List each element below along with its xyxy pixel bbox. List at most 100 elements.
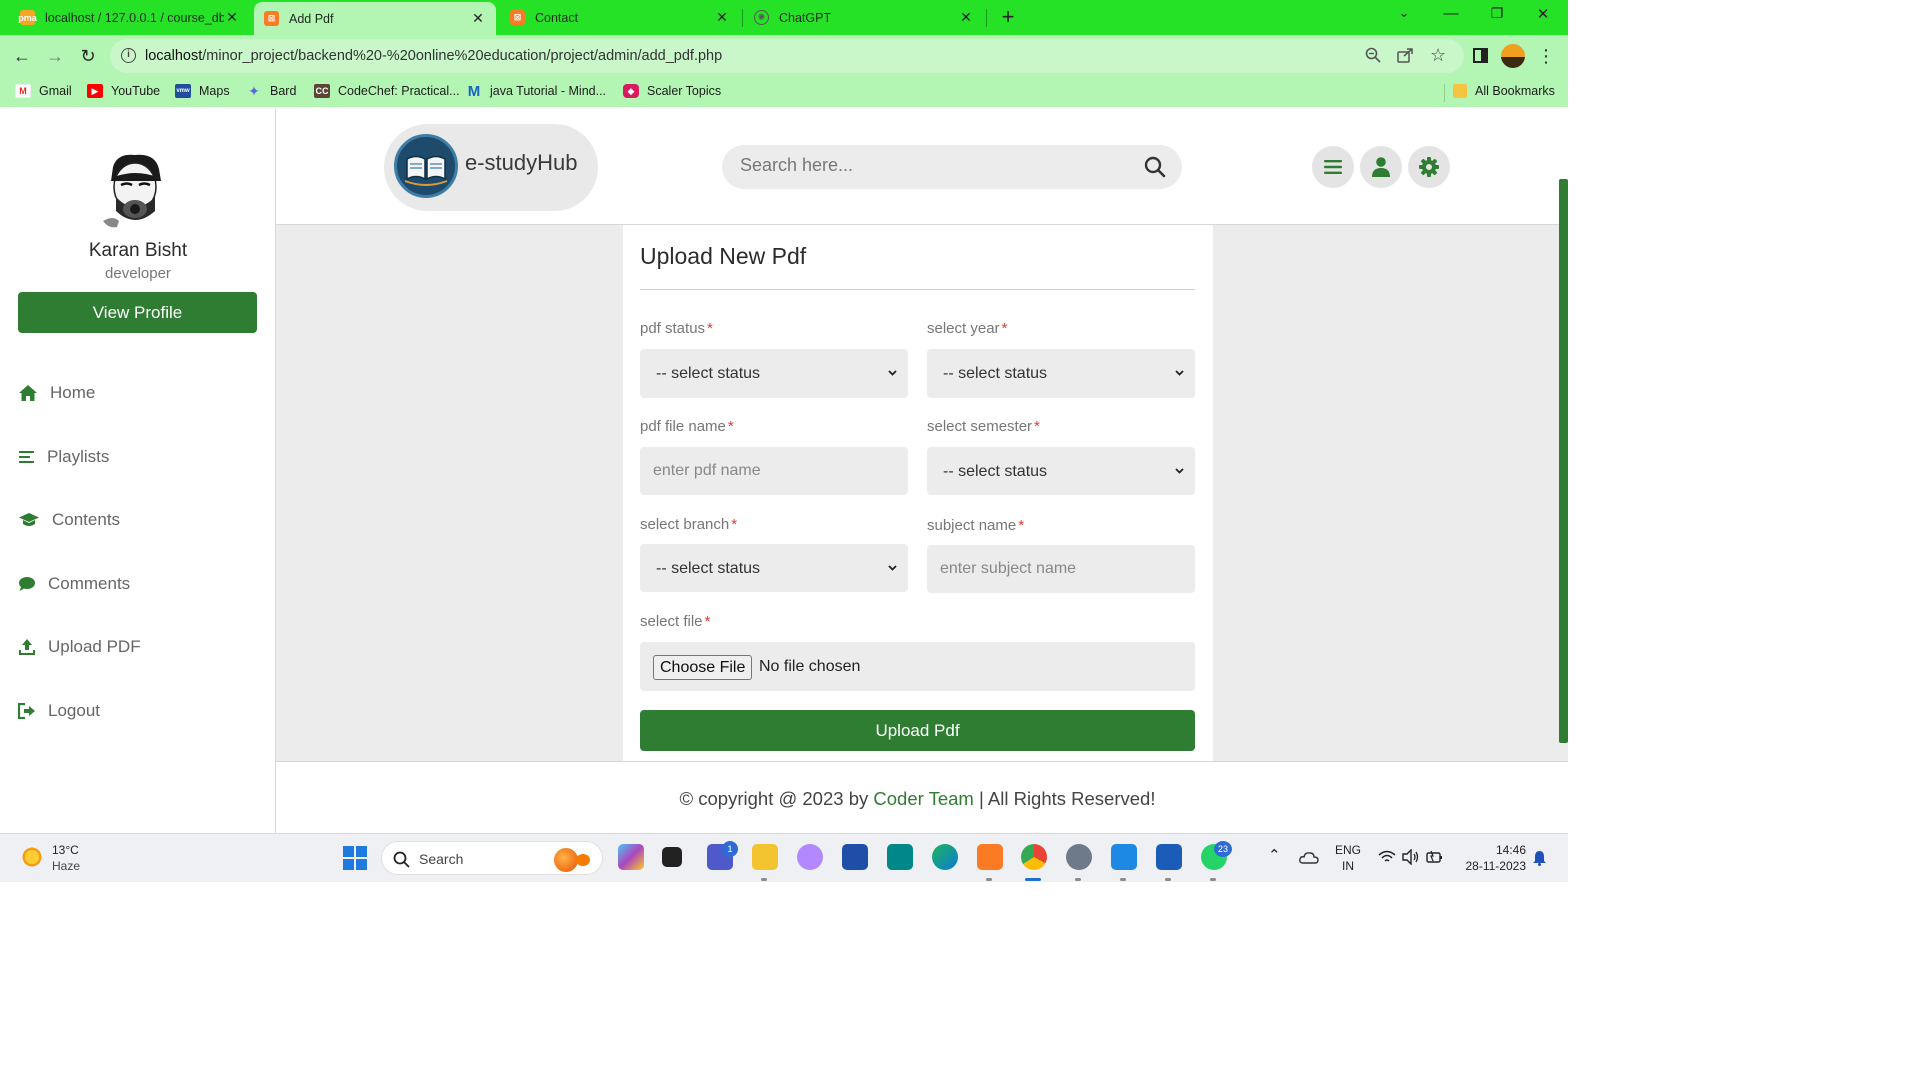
bookmark-codechef[interactable]: CC CodeChef: Practical... [314, 84, 460, 98]
choose-file-button[interactable]: Choose File [653, 655, 753, 680]
profile-role: developer [105, 265, 171, 282]
site-search [722, 145, 1182, 189]
taskbar-search[interactable]: Search [381, 841, 603, 875]
close-icon[interactable]: ✕ [470, 10, 486, 27]
xampp-icon[interactable] [977, 844, 1003, 870]
copilot-preview-icon[interactable] [618, 844, 644, 870]
bookmark-label: Bard [270, 84, 297, 98]
tab-chatgpt[interactable]: ✺ ChatGPT ✕ [744, 0, 984, 35]
sidebar-item-contents[interactable]: Contents [18, 510, 120, 530]
sidebar-item-playlists[interactable]: Playlists [18, 447, 109, 467]
share-icon[interactable] [1397, 47, 1414, 68]
edge-icon[interactable] [932, 844, 958, 870]
bookmark-youtube[interactable]: ▶ YouTube [87, 84, 160, 98]
search-input[interactable] [740, 155, 1130, 176]
sidebar-item-comments[interactable]: Comments [18, 574, 130, 594]
clock-time[interactable]: 14:46 [1458, 843, 1526, 857]
close-icon[interactable]: ✕ [958, 9, 974, 26]
bookmark-maps[interactable]: vmw Maps [175, 84, 230, 98]
close-icon[interactable]: ✕ [224, 9, 240, 26]
page-scrollbar[interactable] [1559, 179, 1568, 743]
pdf-status-select[interactable]: -- select status [640, 349, 908, 398]
back-button[interactable]: ← [10, 44, 34, 68]
notification-bell-icon[interactable] [1532, 850, 1547, 866]
clock-date[interactable]: 28-11-2023 [1458, 859, 1527, 873]
copilot-icon[interactable] [797, 844, 823, 870]
copyright-suffix: | All Rights Reserved! [978, 788, 1156, 809]
sidebar-item-logout[interactable]: Logout [18, 701, 100, 721]
folder-icon [1453, 84, 1467, 98]
menu-kebab-icon[interactable]: ⋮ [1534, 44, 1558, 68]
all-bookmarks[interactable]: All Bookmarks [1453, 84, 1555, 98]
upload-pdf-button[interactable]: Upload Pdf [640, 710, 1195, 751]
sidebar-item-label: Logout [48, 701, 100, 720]
word-icon[interactable] [1156, 844, 1182, 870]
tab-search-chevron-icon[interactable]: ⌄ [1394, 5, 1414, 21]
bookmark-star-icon[interactable]: ☆ [1430, 45, 1446, 66]
bookmark-label: Maps [199, 84, 230, 98]
forward-button[interactable]: → [43, 44, 67, 68]
url-text[interactable]: localhost/minor_project/backend%20-%20on… [145, 48, 722, 64]
language-line-2[interactable]: IN [1333, 859, 1363, 873]
tab-add-pdf[interactable]: ⊠ Add Pdf ✕ [254, 2, 496, 35]
user-button[interactable] [1360, 146, 1402, 188]
terminal-icon[interactable] [662, 847, 682, 867]
bookmark-java-tutorial[interactable]: M java Tutorial - Mind... [466, 83, 606, 100]
sidebar-item-upload-pdf[interactable]: Upload PDF [18, 637, 141, 657]
language-line-1[interactable]: ENG [1333, 843, 1363, 857]
address-bar[interactable]: i localhost/minor_project/backend%20-%20… [110, 39, 1464, 73]
profile-picture [103, 154, 161, 228]
weather-description[interactable]: Haze [52, 859, 80, 873]
zoom-icon[interactable] [1365, 47, 1381, 68]
user-icon [1372, 157, 1390, 177]
tab-phpmyadmin[interactable]: pma localhost / 127.0.0.1 / course_db ✕ [10, 0, 250, 35]
file-explorer-icon[interactable] [752, 844, 778, 870]
site-logo[interactable]: e-studyHub [384, 124, 598, 211]
menu-button[interactable] [1312, 146, 1354, 188]
profile-avatar[interactable] [1501, 44, 1525, 68]
site-info-icon[interactable]: i [121, 48, 136, 63]
graduation-cap-icon [19, 513, 39, 526]
bookmark-scaler[interactable]: ◆ Scaler Topics [623, 84, 721, 98]
required-asterisk: * [707, 320, 713, 337]
minimize-button[interactable]: — [1441, 5, 1461, 22]
side-panel-icon[interactable] [1468, 44, 1492, 68]
label-text: select semester [927, 418, 1033, 435]
reload-button[interactable]: ↻ [76, 44, 100, 68]
select-semester-select[interactable]: -- select status [927, 447, 1195, 495]
bookmark-bard[interactable]: ✦ Bard [246, 83, 297, 99]
microsoft-store-icon[interactable] [842, 844, 868, 870]
search-icon[interactable] [1144, 156, 1166, 178]
settings-button[interactable] [1408, 146, 1450, 188]
running-indicator [1075, 878, 1081, 881]
sidebar-item-label: Playlists [47, 447, 110, 466]
bookmark-gmail[interactable]: M Gmail [15, 84, 72, 98]
whatsapp-badge: 23 [1214, 841, 1232, 857]
wifi-icon[interactable] [1378, 850, 1396, 864]
volume-icon[interactable] [1402, 849, 1420, 865]
onedrive-icon[interactable] [1299, 850, 1319, 864]
select-branch-select[interactable]: -- select status [640, 544, 908, 592]
weather-haze-icon[interactable] [21, 846, 43, 868]
tab-contact[interactable]: ⊠ Contact ✕ [500, 0, 740, 35]
close-icon[interactable]: ✕ [714, 9, 730, 26]
window-close-button[interactable]: ✕ [1533, 5, 1553, 23]
vscode-icon[interactable] [1111, 844, 1137, 870]
select-year-label: select year * [927, 320, 1007, 337]
sidebar-item-home[interactable]: Home [18, 383, 95, 403]
weather-temperature[interactable]: 13°C [52, 843, 79, 857]
subject-name-input[interactable] [927, 545, 1195, 593]
restore-button[interactable]: ❐ [1487, 5, 1507, 22]
team-link[interactable]: Coder Team [873, 788, 973, 809]
new-tab-button[interactable]: + [996, 5, 1020, 29]
settings-icon[interactable] [1066, 844, 1092, 870]
chrome-icon[interactable] [1021, 844, 1047, 870]
show-hidden-icons-chevron-icon[interactable]: ⌃ [1268, 846, 1281, 864]
windows-start-icon[interactable] [343, 846, 367, 870]
label-text: pdf status [640, 320, 706, 337]
view-profile-button[interactable]: View Profile [18, 292, 257, 333]
select-year-select[interactable]: -- select status [927, 349, 1195, 398]
arduino-icon[interactable] [887, 844, 913, 870]
battery-icon[interactable] [1426, 850, 1444, 864]
pdf-name-input[interactable] [640, 447, 908, 495]
